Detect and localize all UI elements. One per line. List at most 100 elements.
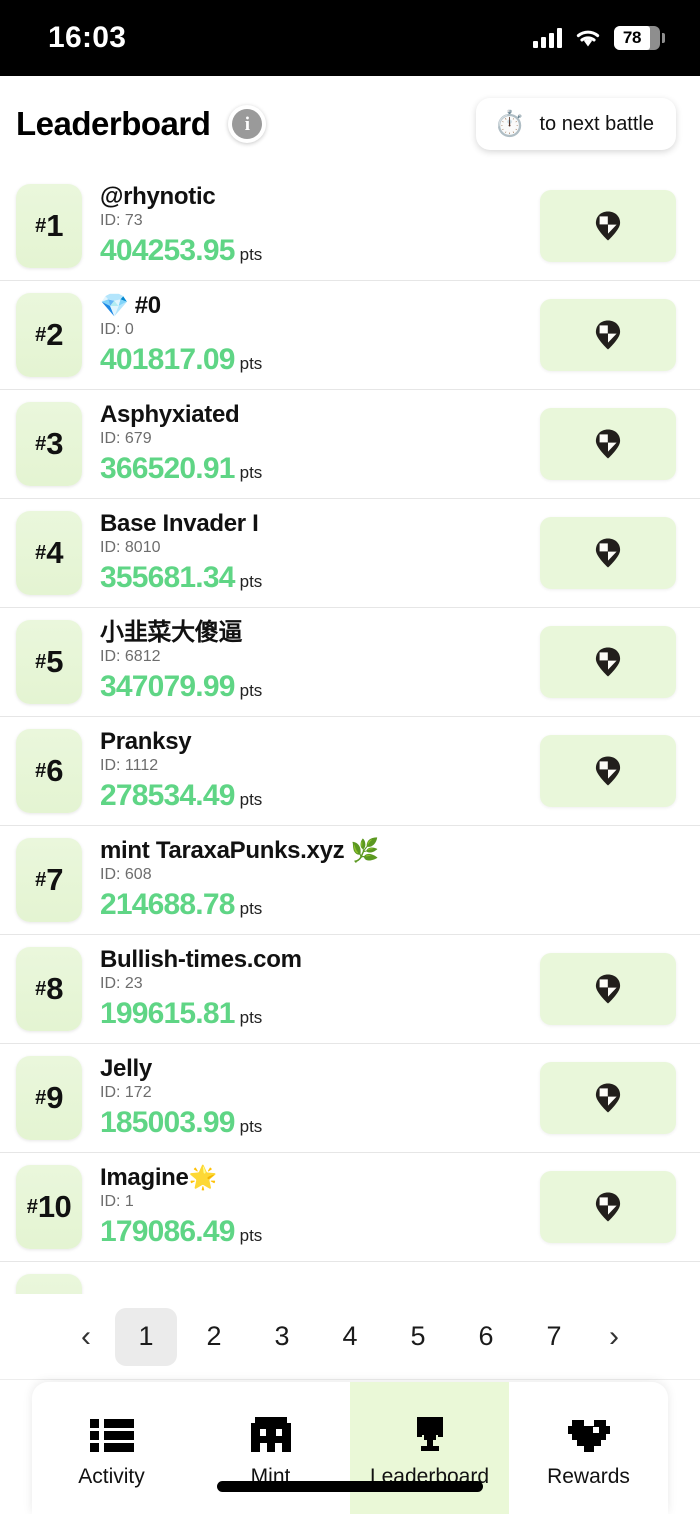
pagination-page-7[interactable]: 7 xyxy=(523,1308,585,1366)
pagination-page-1[interactable]: 1 xyxy=(115,1307,177,1366)
tab-activity[interactable]: Activity xyxy=(32,1382,191,1514)
user-id: ID: 679 xyxy=(100,430,152,448)
badge-button[interactable] xyxy=(540,190,676,262)
rank-number: 2 xyxy=(46,317,63,352)
rank-badge: #9 xyxy=(16,1056,82,1140)
table-row[interactable]: #2 💎 #0 ID: 0 401817.09 pts xyxy=(0,281,700,390)
rank-prefix: # xyxy=(35,323,47,346)
badge-button[interactable] xyxy=(540,299,676,371)
row-details: Jelly ID: 172 185003.99 pts xyxy=(82,1055,540,1140)
pagination-page-5[interactable]: 5 xyxy=(387,1308,449,1366)
status-bar: 16:03 78 xyxy=(0,0,700,76)
username-text: Imagine xyxy=(100,1164,189,1192)
username: 💎 #0 xyxy=(100,292,540,320)
table-row[interactable]: #1 @rhynotic ID: 73 404253.95 pts xyxy=(0,172,700,281)
user-id: ID: 608 xyxy=(100,866,152,884)
points-value: 355681.34 xyxy=(100,560,235,594)
points-unit: pts xyxy=(239,789,263,809)
username-text: @rhynotic xyxy=(100,183,216,211)
table-row[interactable]: #7 mint TaraxaPunks.xyz 🌿 ID: 608 214688.78… xyxy=(0,826,700,935)
tab-rewards[interactable]: Rewards xyxy=(509,1382,668,1514)
rank-prefix: # xyxy=(35,759,47,782)
points-unit: pts xyxy=(239,898,263,918)
username: @rhynotic xyxy=(100,183,540,211)
points-value: 401817.09 xyxy=(100,342,235,376)
points-unit: pts xyxy=(239,462,263,482)
username-emoji: 💎 xyxy=(100,292,129,319)
table-row-partial[interactable] xyxy=(0,1262,700,1294)
username: Pranksy xyxy=(100,728,540,756)
badge-button[interactable] xyxy=(540,1062,676,1134)
leaderboard-list[interactable]: #1 @rhynotic ID: 73 404253.95 pts #2 💎 #0 ID: 0… xyxy=(0,172,700,1294)
info-icon[interactable]: i xyxy=(228,105,267,143)
username-text: Bullish-times.com xyxy=(100,946,302,974)
next-battle-button[interactable]: ⏱️ to next battle xyxy=(476,98,676,150)
points-value: 185003.99 xyxy=(100,1105,235,1139)
bottom-tab-bar[interactable]: Activity Mint Leaderboard Rewards xyxy=(32,1382,668,1514)
points: 179086.49 pts xyxy=(100,1215,540,1249)
username: mint TaraxaPunks.xyz 🌿 xyxy=(100,837,540,865)
pagination-page-6[interactable]: 6 xyxy=(455,1308,517,1366)
pin-badge-icon xyxy=(595,429,621,459)
rank-number: 6 xyxy=(46,753,63,788)
row-details: 小韭菜大傻逼 ID: 6812 347079.99 pts xyxy=(82,619,540,704)
table-row[interactable]: #8 Bullish-times.com ID: 23 199615.81 pts xyxy=(0,935,700,1044)
username: Bullish-times.com xyxy=(100,946,540,974)
badge-button[interactable] xyxy=(540,626,676,698)
pagination-prev[interactable]: ‹ xyxy=(63,1308,109,1366)
pin-badge-icon xyxy=(595,320,621,350)
points: 214688.78 pts xyxy=(100,888,540,922)
pagination-page-4[interactable]: 4 xyxy=(319,1308,381,1366)
rank-badge: #8 xyxy=(16,947,82,1031)
rank-number: 5 xyxy=(46,644,63,679)
pagination-page-2[interactable]: 2 xyxy=(183,1308,245,1366)
points: 278534.49 pts xyxy=(100,779,540,813)
rank-number: 4 xyxy=(46,535,63,570)
points-value: 366520.91 xyxy=(100,451,235,485)
pagination-page-3[interactable]: 3 xyxy=(251,1308,313,1366)
badge-button[interactable] xyxy=(540,1171,676,1243)
pagination-next[interactable]: › xyxy=(591,1308,637,1366)
points: 185003.99 pts xyxy=(100,1106,540,1140)
username: Base Invader I xyxy=(100,510,540,538)
pin-badge-icon xyxy=(595,1083,621,1113)
badge-button[interactable] xyxy=(540,953,676,1025)
invader-icon xyxy=(249,1415,293,1455)
rank-badge: #6 xyxy=(16,729,82,813)
row-details: mint TaraxaPunks.xyz 🌿 ID: 608 214688.78 pt… xyxy=(82,837,540,922)
pin-badge-icon xyxy=(595,211,621,241)
rank-number: 10 xyxy=(37,1189,72,1224)
rank-prefix: # xyxy=(35,1086,47,1109)
pin-badge-icon xyxy=(595,756,621,786)
username: 小韭菜大傻逼 xyxy=(100,619,540,647)
username-text: 小韭菜大傻逼 xyxy=(100,619,243,647)
points-value: 199615.81 xyxy=(100,996,235,1030)
username-emoji: 🌿 xyxy=(350,837,380,864)
badge-button[interactable] xyxy=(540,517,676,589)
points-unit: pts xyxy=(239,680,263,700)
badge-button[interactable] xyxy=(540,408,676,480)
user-id: ID: 172 xyxy=(100,1084,152,1102)
table-row[interactable]: #6 Pranksy ID: 1112 278534.49 pts xyxy=(0,717,700,826)
table-row[interactable]: #9 Jelly ID: 172 185003.99 pts xyxy=(0,1044,700,1153)
rank-badge: #3 xyxy=(16,402,82,486)
table-row[interactable]: #10 Imagine🌟 ID: 1 179086.49 pts xyxy=(0,1153,700,1262)
rank-prefix: # xyxy=(35,541,47,564)
badge-button[interactable] xyxy=(540,735,676,807)
table-row[interactable]: #3 Asphyxiated ID: 679 366520.91 pts xyxy=(0,390,700,499)
pin-badge-icon xyxy=(595,647,621,677)
pagination[interactable]: ‹ 1 2 3 4 5 6 7 › xyxy=(0,1294,700,1380)
points: 355681.34 pts xyxy=(100,561,540,595)
table-row[interactable]: #4 Base Invader I ID: 8010 355681.34 pts xyxy=(0,499,700,608)
page-header: Leaderboard i ⏱️ to next battle xyxy=(0,76,700,172)
info-glyph: i xyxy=(232,109,263,139)
rank-prefix: # xyxy=(35,432,47,455)
table-row[interactable]: #5 小韭菜大傻逼 ID: 6812 347079.99 pts xyxy=(0,608,700,717)
tab-mint[interactable]: Mint xyxy=(191,1382,350,1514)
user-id: ID: 1 xyxy=(100,1193,134,1211)
rank-badge: #5 xyxy=(16,620,82,704)
rank-prefix: # xyxy=(26,1195,38,1218)
row-details: Asphyxiated ID: 679 366520.91 pts xyxy=(82,401,540,485)
points: 347079.99 pts xyxy=(100,670,540,704)
tab-leaderboard[interactable]: Leaderboard xyxy=(350,1382,509,1514)
